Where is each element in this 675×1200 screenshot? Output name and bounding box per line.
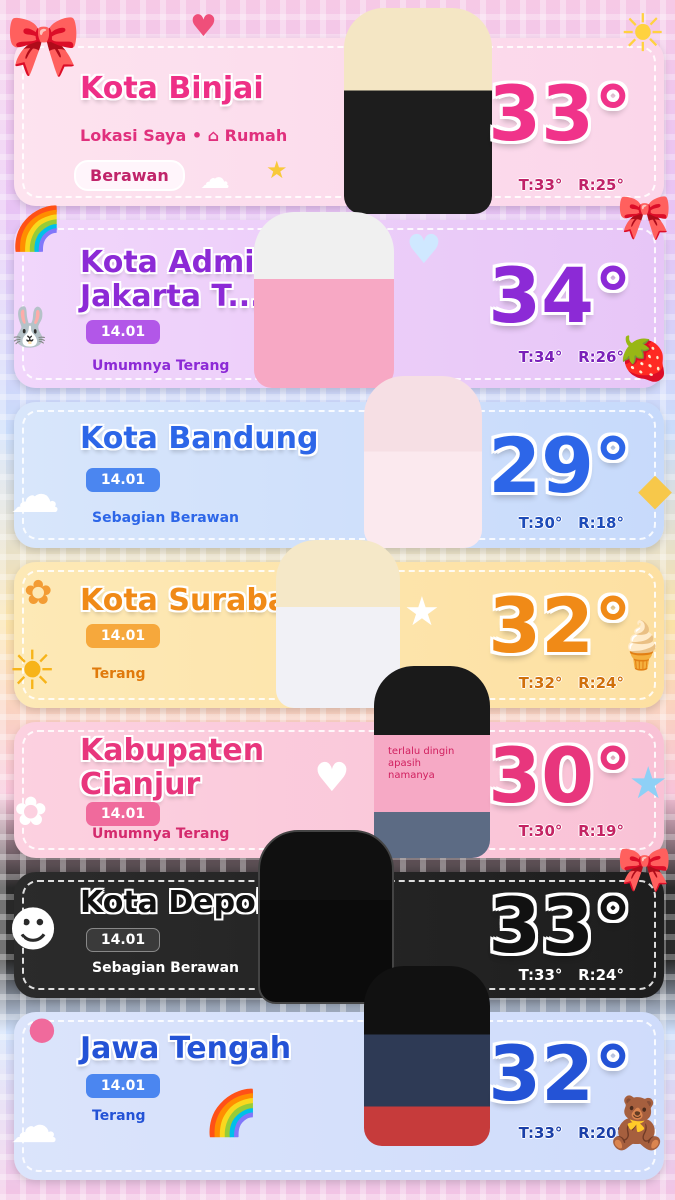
low-temp: R:24° bbox=[578, 966, 624, 984]
flower-icon: ✿ bbox=[14, 789, 48, 835]
low-temp: R:24° bbox=[578, 674, 624, 692]
temperature: 33° bbox=[488, 69, 632, 158]
teddy-bear-icon: 🧸 bbox=[605, 1094, 668, 1152]
high-low: T:32° R:24° bbox=[519, 674, 624, 692]
condition: Terang bbox=[92, 666, 146, 682]
ice-cream-icon: 🍦 bbox=[612, 618, 670, 672]
kite-icon: ◆ bbox=[638, 464, 672, 515]
date-pill: 14.01 bbox=[86, 802, 160, 826]
temperature: 29° bbox=[488, 421, 632, 510]
condition-badge: Berawan bbox=[74, 160, 185, 191]
star-icon: ★ bbox=[628, 758, 668, 809]
heart-icon: ♥ bbox=[314, 755, 350, 801]
heart-icon: ♥ bbox=[406, 227, 442, 273]
low-temp: R:19° bbox=[578, 822, 624, 840]
temperature: 33° bbox=[488, 881, 632, 970]
condition: Umumnya Terang bbox=[92, 358, 230, 374]
kuromi-icon: ☻ bbox=[8, 902, 59, 958]
strawberry-icon: 🍓 bbox=[617, 334, 670, 383]
high-temp: T:34° bbox=[518, 348, 563, 366]
weather-card-bandung[interactable]: ☁ Kota Bandung 14.01 Sebagian Berawan 29… bbox=[10, 376, 672, 548]
character-avatar bbox=[364, 966, 490, 1146]
high-low: T:34° R:26° bbox=[519, 348, 624, 366]
weather-card-jakarta[interactable]: 🌈 🐰 Kota Admin Jakarta T... 14.01 Umumny… bbox=[6, 196, 672, 388]
city-name: Kota Admin Jakarta T... bbox=[80, 245, 277, 314]
balloon-icon: ● bbox=[28, 1009, 56, 1047]
high-temp: T:30° bbox=[518, 514, 563, 532]
character-avatar bbox=[254, 212, 394, 388]
bunny-icon: 🐰 bbox=[6, 305, 54, 349]
location-label: Lokasi Saya • ⌂ Rumah bbox=[80, 126, 288, 145]
city-name: Kabupaten Cianjur bbox=[79, 733, 265, 802]
condition: Sebagian Berawan bbox=[92, 960, 240, 976]
character-avatar bbox=[344, 8, 492, 214]
cinnamoroll-icon: ☁ bbox=[10, 1098, 58, 1154]
weather-card-jawa-tengah[interactable]: ● ☁ Jawa Tengah 14.01 Terang 🌈 32° T:33°… bbox=[10, 966, 668, 1180]
character-avatar: terlalu dingin apasih namanya bbox=[374, 666, 490, 858]
city-name: Kota Depok bbox=[80, 885, 277, 920]
wand-star-icon: ★ bbox=[266, 156, 288, 184]
high-temp: T:33° bbox=[518, 176, 563, 194]
high-temp: T:33° bbox=[518, 1124, 563, 1142]
temperature: 34° bbox=[488, 251, 632, 340]
city-name: Kota Binjai bbox=[80, 71, 265, 106]
city-name: Kota Bandung bbox=[80, 421, 319, 456]
high-temp: T:32° bbox=[518, 674, 563, 692]
date-pill: 14.01 bbox=[86, 320, 160, 344]
date-pill: 14.01 bbox=[86, 1074, 160, 1098]
star-icon: ★ bbox=[404, 589, 440, 635]
weather-card-binjai[interactable]: 🎀 ♥ Kota Binjai Lokasi Saya • ⌂ Rumah Be… bbox=[6, 8, 666, 214]
low-temp: R:18° bbox=[578, 514, 624, 532]
bow-icon: 🎀 bbox=[617, 844, 672, 895]
weather-card-depok[interactable]: ☻ Kota Depok 14.01 Sebagian Berawan 33° … bbox=[8, 830, 672, 1004]
rainbow-icon: 🌈 bbox=[204, 1088, 259, 1139]
character-avatar bbox=[364, 376, 482, 548]
rainbow-icon: 🌈 bbox=[10, 204, 63, 253]
bow-icon: 🎀 bbox=[617, 192, 672, 243]
high-low: T:33° R:25° bbox=[519, 176, 624, 194]
cloud-icon: ☁ bbox=[200, 161, 230, 196]
sun-face-icon: ☀ bbox=[8, 639, 57, 702]
high-low: T:30° R:18° bbox=[519, 514, 624, 532]
cloud-icon: ☁ bbox=[10, 466, 60, 524]
high-temp: T:30° bbox=[518, 822, 563, 840]
temperature: 32° bbox=[488, 581, 632, 670]
heart-icon: ♥ bbox=[190, 9, 217, 44]
high-low: T:33° R:24° bbox=[519, 966, 624, 984]
date-pill: 14.01 bbox=[86, 624, 160, 648]
condition: Sebagian Berawan bbox=[92, 510, 240, 526]
high-low: T:30° R:19° bbox=[519, 822, 624, 840]
temperature: 30° bbox=[488, 731, 632, 820]
shirt-text: terlalu dingin apasih namanya bbox=[388, 746, 455, 781]
date-pill: 14.01 bbox=[86, 928, 160, 952]
condition: Terang bbox=[92, 1108, 146, 1124]
condition: Umumnya Terang bbox=[92, 826, 230, 842]
city-name: Jawa Tengah bbox=[79, 1031, 292, 1066]
date-pill: 14.01 bbox=[86, 468, 160, 492]
weather-card-surabaya[interactable]: ✿ ☀ Kota Surabaya 14.01 Terang ★ 32° T:3… bbox=[8, 540, 670, 708]
bow-icon: 🎀 bbox=[6, 11, 81, 81]
flower-icon: ✿ bbox=[24, 573, 53, 613]
high-temp: T:33° bbox=[518, 966, 563, 984]
sun-icon: ☀ bbox=[619, 4, 666, 64]
